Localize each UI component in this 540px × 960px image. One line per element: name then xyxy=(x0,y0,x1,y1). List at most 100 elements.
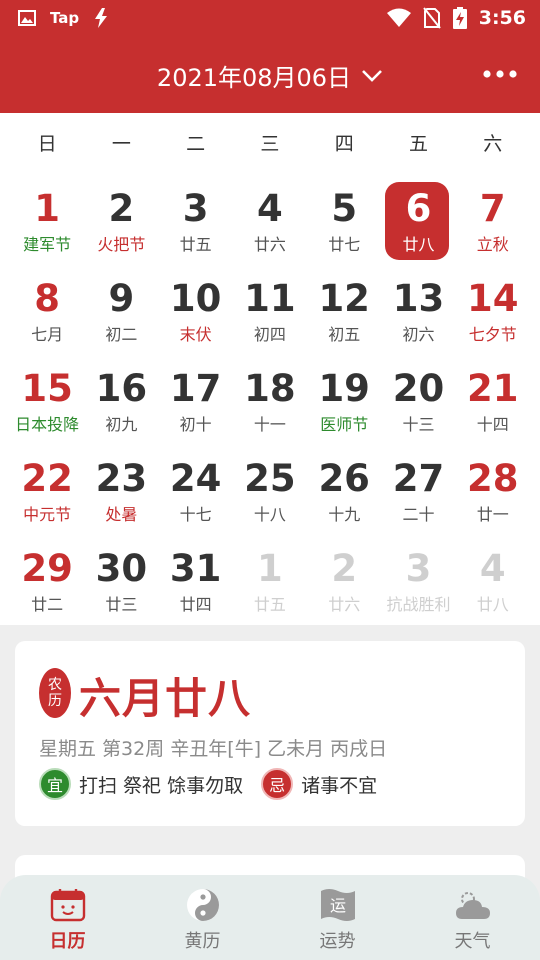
nav-calendar[interactable]: 日历 xyxy=(0,875,135,960)
day-number: 8 xyxy=(34,277,60,320)
calendar-day[interactable]: 31 廿四 xyxy=(159,539,233,629)
calendar-day[interactable]: 28 廿一 xyxy=(456,449,530,539)
lunar-seal-icon: 农 历 xyxy=(39,668,71,718)
lightning-app-icon xyxy=(95,8,108,28)
day-number: 29 xyxy=(21,547,73,590)
no-sim-icon xyxy=(422,7,441,29)
calendar-day-selected[interactable]: 6 廿八 xyxy=(381,179,455,269)
day-number: 7 xyxy=(479,187,506,230)
yin-yang-icon xyxy=(186,889,219,921)
calendar-day[interactable]: 21 十四 xyxy=(456,359,530,449)
ji-text: 诸事不宜 xyxy=(301,774,378,797)
calendar-day[interactable]: 11 初四 xyxy=(233,269,307,359)
day-number: 3 xyxy=(405,547,432,590)
date-picker[interactable]: 2021年08月06日 xyxy=(0,58,540,93)
lunar-subtext: 七夕节 xyxy=(468,325,517,344)
day-number: 4 xyxy=(257,187,283,230)
calendar-day[interactable]: 27 二十 xyxy=(381,449,455,539)
lunar-subtext: 廿一 xyxy=(476,505,509,524)
day-number: 27 xyxy=(392,457,445,500)
calendar-day[interactable]: 2 火把节 xyxy=(84,179,158,269)
weekday-label: 六 xyxy=(483,133,503,155)
calendar-day[interactable]: 8 七月 xyxy=(10,269,84,359)
nav-fortune[interactable]: 运 运势 xyxy=(270,875,405,960)
weekday-label: 四 xyxy=(334,133,354,155)
calendar-day[interactable]: 12 初五 xyxy=(307,269,381,359)
fortune-icon-text: 运 xyxy=(329,896,345,915)
day-number: 31 xyxy=(169,547,222,590)
calendar-day[interactable]: 7 立秋 xyxy=(456,179,530,269)
day-info-card[interactable]: 农 历 六月廿八 星期五 第32周 辛丑年[牛] 乙未月 丙戌日 宜 打扫 祭祀… xyxy=(15,641,525,826)
lunar-date: 六月廿八 xyxy=(79,674,252,723)
nav-weather[interactable]: 天气 xyxy=(405,875,540,960)
wifi-icon xyxy=(386,8,411,27)
status-bar: Tap 3:56 xyxy=(0,0,540,38)
calendar-day[interactable]: 9 初二 xyxy=(84,269,158,359)
app-bar: 2021年08月06日 xyxy=(0,38,540,113)
calendar-day[interactable]: 24 十七 xyxy=(159,449,233,539)
nav-label: 日历 xyxy=(49,931,86,952)
calendar-week-row: 15 日本投降 16 初九 17 初十 18 十一 19 医师节 20 十三 21 十四 xyxy=(10,359,530,449)
calendar-day[interactable]: 23 处暑 xyxy=(84,449,158,539)
more-options-icon[interactable] xyxy=(482,62,518,86)
calendar-week-row: 22 中元节 23 处暑 24 十七 25 十八 26 十九 27 二十 28 廿一 xyxy=(10,449,530,539)
calendar-week-row: 29 廿二 30 廿三 31 廿四 1 廿五 2 廿六 3 抗战胜利 4 廿八 xyxy=(10,539,530,629)
calendar-day[interactable]: 4 廿八 xyxy=(456,539,530,629)
day-number: 1 xyxy=(257,547,283,590)
nav-label: 天气 xyxy=(454,931,491,952)
calendar-day[interactable]: 3 廿五 xyxy=(159,179,233,269)
day-number: 6 xyxy=(405,187,432,230)
calendar-day[interactable]: 1 建军节 xyxy=(10,179,84,269)
day-number: 13 xyxy=(392,277,445,320)
day-number: 24 xyxy=(169,457,222,500)
day-number: 22 xyxy=(21,457,73,500)
day-number: 3 xyxy=(182,187,209,230)
calendar-day[interactable]: 14 七夕节 xyxy=(456,269,530,359)
calendar-day[interactable]: 16 初九 xyxy=(84,359,158,449)
day-number: 17 xyxy=(169,367,222,410)
calendar-day[interactable]: 2 廿六 xyxy=(307,539,381,629)
yi-badge: 宜 xyxy=(39,768,71,800)
calendar-day[interactable]: 25 十八 xyxy=(233,449,307,539)
day-number: 25 xyxy=(244,457,296,500)
weekday-label: 一 xyxy=(111,133,131,155)
day-number: 21 xyxy=(466,367,519,410)
day-number: 15 xyxy=(21,367,73,410)
day-number: 28 xyxy=(466,457,519,500)
calendar-day[interactable]: 15 日本投降 xyxy=(10,359,84,449)
day-number: 18 xyxy=(244,367,296,410)
ji-badge: 忌 xyxy=(261,768,294,800)
month-calendar: 日 一 二 三 四 五 六 1 建军节 2 火把节 3 廿五 4 廿六 5 廿七 6 廿八 7 立秋 8 七月… xyxy=(0,113,540,625)
calendar-day[interactable]: 17 初十 xyxy=(159,359,233,449)
calendar-day[interactable]: 13 初六 xyxy=(381,269,455,359)
fortune-flag-icon: 运 xyxy=(320,889,355,921)
nav-almanac[interactable]: 黄历 xyxy=(135,875,270,960)
day-number: 23 xyxy=(95,457,148,500)
calendar-day[interactable]: 26 十九 xyxy=(307,449,381,539)
bottom-nav: 日历 黄历 运 运势 天气 xyxy=(0,875,540,960)
calendar-week-row: 1 建军节 2 火把节 3 廿五 4 廿六 5 廿七 6 廿八 7 立秋 xyxy=(10,179,530,269)
ganzhi-info: 星期五 第32周 辛丑年[牛] 乙未月 丙戌日 xyxy=(39,738,388,760)
status-time: 3:56 xyxy=(478,7,526,29)
day-number: 16 xyxy=(95,367,148,410)
calendar-day[interactable]: 3 抗战胜利 xyxy=(381,539,455,629)
day-number: 26 xyxy=(318,457,370,500)
calendar-day[interactable]: 18 十一 xyxy=(233,359,307,449)
lunar-subtext: 廿八 xyxy=(476,595,509,614)
day-number: 10 xyxy=(169,277,222,320)
header-date: 2021年08月06日 xyxy=(156,64,352,92)
calendar-day[interactable]: 30 廿三 xyxy=(84,539,158,629)
calendar-day[interactable]: 22 中元节 xyxy=(10,449,84,539)
calendar-day[interactable]: 5 廿七 xyxy=(307,179,381,269)
lunar-subtext: 十四 xyxy=(476,415,509,434)
calendar-day[interactable]: 19 医师节 xyxy=(307,359,381,449)
nav-label: 运势 xyxy=(319,931,356,952)
calendar-day[interactable]: 20 十三 xyxy=(381,359,455,449)
weather-cloud-icon xyxy=(455,892,490,919)
calendar-day[interactable]: 10 末伏 xyxy=(159,269,233,359)
calendar-day[interactable]: 1 廿五 xyxy=(233,539,307,629)
calendar-day[interactable]: 29 廿二 xyxy=(10,539,84,629)
day-number: 30 xyxy=(95,547,148,590)
calendar-day[interactable]: 4 廿六 xyxy=(233,179,307,269)
calendar-grid: 1 建军节 2 火把节 3 廿五 4 廿六 5 廿七 6 廿八 7 立秋 8 七月 9 初二 10 末伏 11 初四 12 初… xyxy=(10,179,530,629)
